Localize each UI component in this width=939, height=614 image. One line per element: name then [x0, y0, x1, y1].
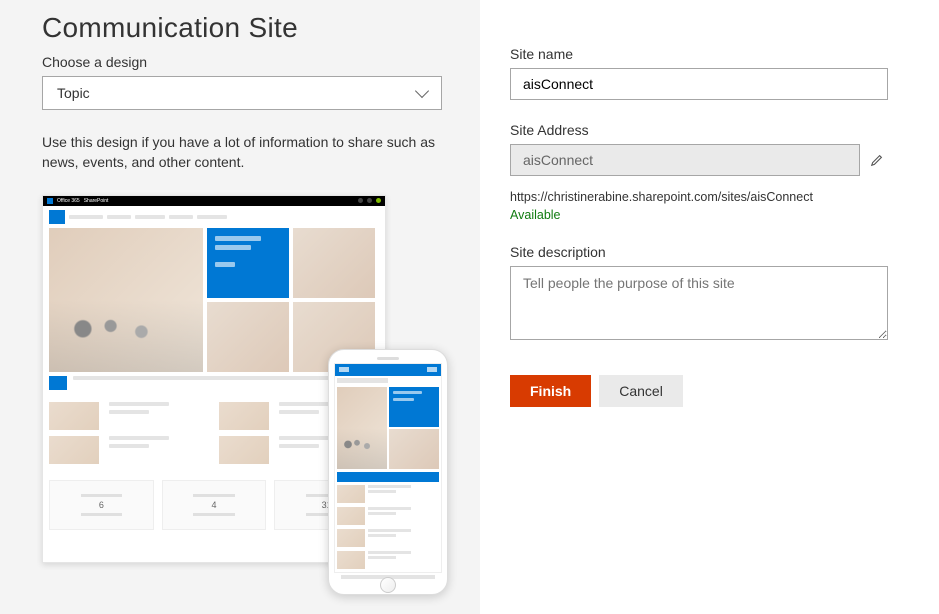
- design-description: Use this design if you have a lot of inf…: [42, 132, 442, 173]
- site-address-input[interactable]: [510, 144, 860, 176]
- band-icon: [49, 376, 67, 390]
- news-thumb: [219, 402, 269, 430]
- design-select[interactable]: Topic: [42, 76, 442, 110]
- hero-image: [207, 302, 289, 372]
- suite-label: Office 365: [57, 198, 80, 204]
- full-url: https://christinerabine.sharepoint.com/s…: [510, 190, 909, 204]
- avatar: [376, 198, 381, 203]
- finish-button[interactable]: Finish: [510, 375, 591, 407]
- availability-status: Available: [510, 208, 909, 222]
- site-name-input[interactable]: [510, 68, 888, 100]
- site-logo-icon: [49, 210, 65, 224]
- event-card: 6: [49, 480, 154, 530]
- site-address-label: Site Address: [510, 122, 909, 138]
- design-preview: Office 365 SharePoint: [42, 195, 442, 595]
- edit-icon[interactable]: [870, 153, 884, 167]
- cancel-button[interactable]: Cancel: [599, 375, 683, 407]
- phone-home-icon: [380, 577, 396, 593]
- event-card: 4: [162, 480, 267, 530]
- phone-preview: [328, 349, 448, 595]
- design-selected: Topic: [57, 85, 90, 101]
- news-thumb: [49, 402, 99, 430]
- chevron-down-icon: [415, 84, 429, 98]
- site-name-label: Site name: [510, 46, 909, 62]
- design-label: Choose a design: [42, 54, 480, 70]
- hero-image: [337, 387, 387, 469]
- hero-tile: [207, 228, 289, 298]
- app-label: SharePoint: [84, 198, 109, 204]
- left-pane: Communication Site Choose a design Topic…: [0, 0, 480, 614]
- hero-image: [293, 228, 375, 298]
- site-description-label: Site description: [510, 244, 909, 260]
- right-pane: Site name Site Address https://christine…: [480, 0, 939, 614]
- waffle-icon: [47, 198, 53, 204]
- site-description-input[interactable]: [510, 266, 888, 340]
- hero-image: [389, 429, 439, 469]
- help-icon: [367, 198, 372, 203]
- hero-image: [49, 228, 203, 372]
- news-thumb: [219, 436, 269, 464]
- news-thumb: [49, 436, 99, 464]
- page-title: Communication Site: [42, 12, 480, 44]
- gear-icon: [358, 198, 363, 203]
